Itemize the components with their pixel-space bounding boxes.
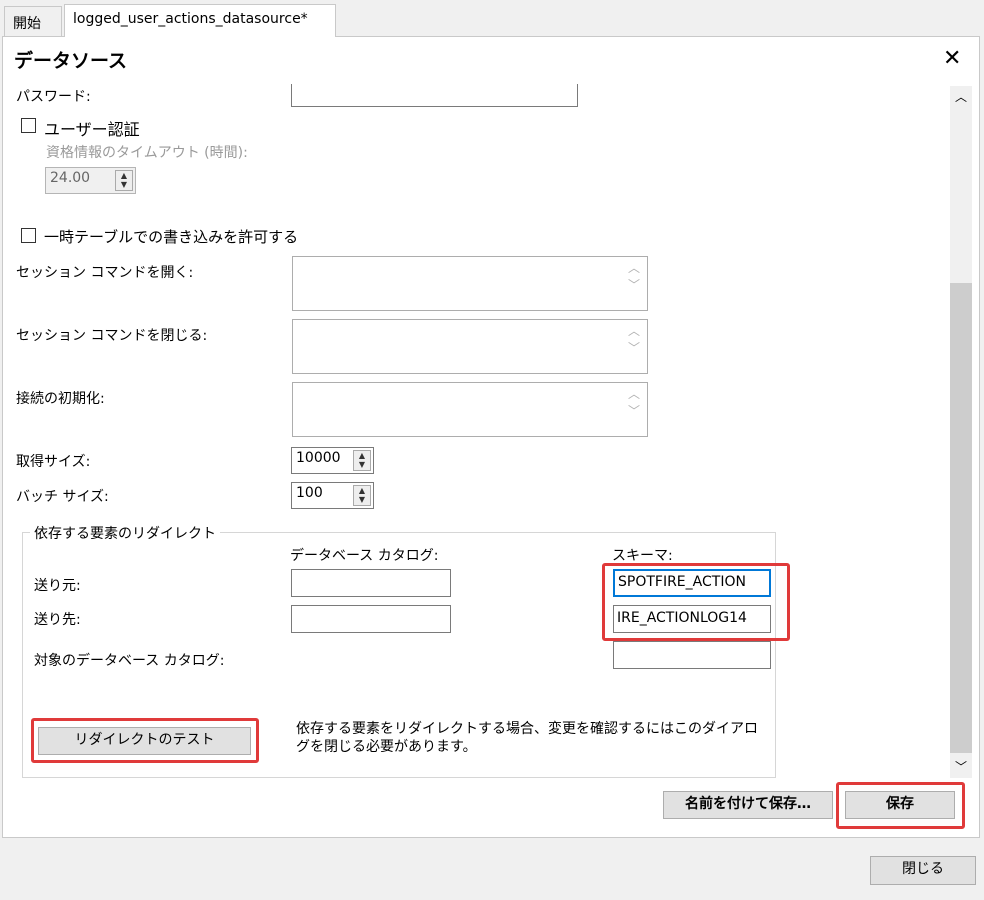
credential-timeout-value: 24.00 bbox=[50, 170, 91, 186]
credential-timeout-label: 資格情報のタイムアウト (時間): bbox=[46, 145, 248, 161]
redirect-note: 依存する要素をリダイレクトする場合、変更を確認するにはこのダイアログを閉じる必要… bbox=[296, 721, 758, 755]
scroll-up-icon[interactable]: ︿ bbox=[950, 88, 972, 105]
tab-label: logged_user_actions_datasource* bbox=[73, 11, 308, 27]
close-session-textarea[interactable]: ︿ ﹀ bbox=[292, 319, 648, 374]
user-auth-label: ユーザー認証 bbox=[44, 120, 140, 139]
scroll-down-icon[interactable]: ﹀ bbox=[950, 758, 972, 775]
textarea-scroll-icon: ︿ ﹀ bbox=[627, 324, 640, 355]
tab-start[interactable]: 開始 bbox=[4, 6, 62, 36]
tab-datasource[interactable]: logged_user_actions_datasource* bbox=[64, 4, 336, 37]
spin-icon: ▲ ▼ bbox=[115, 170, 133, 191]
dialog-title: データソース bbox=[14, 50, 128, 72]
connection-init-label: 接続の初期化: bbox=[16, 391, 105, 407]
fetch-size-stepper[interactable]: 10000 ▲ ▼ bbox=[291, 447, 374, 474]
connection-init-textarea[interactable]: ︿ ﹀ bbox=[292, 382, 648, 437]
close-icon[interactable]: ✕ bbox=[943, 46, 961, 72]
spin-icon[interactable]: ▲ ▼ bbox=[353, 485, 371, 506]
allow-temp-tables-label: 一時テーブルでの書き込みを許可する bbox=[44, 228, 299, 246]
open-session-label: セッション コマンドを開く: bbox=[16, 265, 194, 281]
scrollbar-thumb[interactable] bbox=[950, 283, 972, 753]
tab-label: 開始 bbox=[13, 16, 41, 32]
batch-size-value: 100 bbox=[296, 485, 323, 501]
schema-header: スキーマ: bbox=[612, 548, 673, 564]
batch-size-label: バッチ サイズ: bbox=[16, 489, 109, 505]
password-label: パスワード: bbox=[16, 89, 91, 105]
spin-icon[interactable]: ▲ ▼ bbox=[353, 450, 371, 471]
textarea-scroll-icon: ︿ ﹀ bbox=[627, 387, 640, 418]
to-label: 送り先: bbox=[34, 612, 81, 628]
redirect-group-title: 依存する要素のリダイレクト bbox=[30, 523, 220, 543]
user-auth-checkbox[interactable] bbox=[21, 118, 36, 133]
close-button[interactable]: 閉じる bbox=[870, 856, 976, 885]
credential-timeout-stepper: 24.00 ▲ ▼ bbox=[45, 167, 136, 194]
from-catalog-field[interactable] bbox=[291, 569, 451, 597]
password-field[interactable] bbox=[291, 84, 578, 107]
test-redirect-highlight bbox=[31, 718, 259, 763]
fetch-size-label: 取得サイズ: bbox=[16, 454, 91, 470]
batch-size-stepper[interactable]: 100 ▲ ▼ bbox=[291, 482, 374, 509]
db-catalog-header: データベース カタログ: bbox=[290, 548, 439, 564]
save-highlight bbox=[836, 782, 965, 829]
save-as-button[interactable]: 名前を付けて保存… bbox=[663, 791, 833, 819]
allow-temp-tables-checkbox[interactable] bbox=[21, 228, 36, 243]
textarea-scroll-icon: ︿ ﹀ bbox=[627, 261, 640, 292]
from-label: 送り元: bbox=[34, 578, 81, 594]
target-catalog-label: 対象のデータベース カタログ: bbox=[34, 653, 225, 669]
close-session-label: セッション コマンドを閉じる: bbox=[16, 328, 208, 344]
to-catalog-field[interactable] bbox=[291, 605, 451, 633]
target-catalog-field[interactable] bbox=[613, 641, 771, 669]
fetch-size-value: 10000 bbox=[296, 450, 341, 466]
open-session-textarea[interactable]: ︿ ﹀ bbox=[292, 256, 648, 311]
schema-highlight bbox=[602, 563, 790, 641]
